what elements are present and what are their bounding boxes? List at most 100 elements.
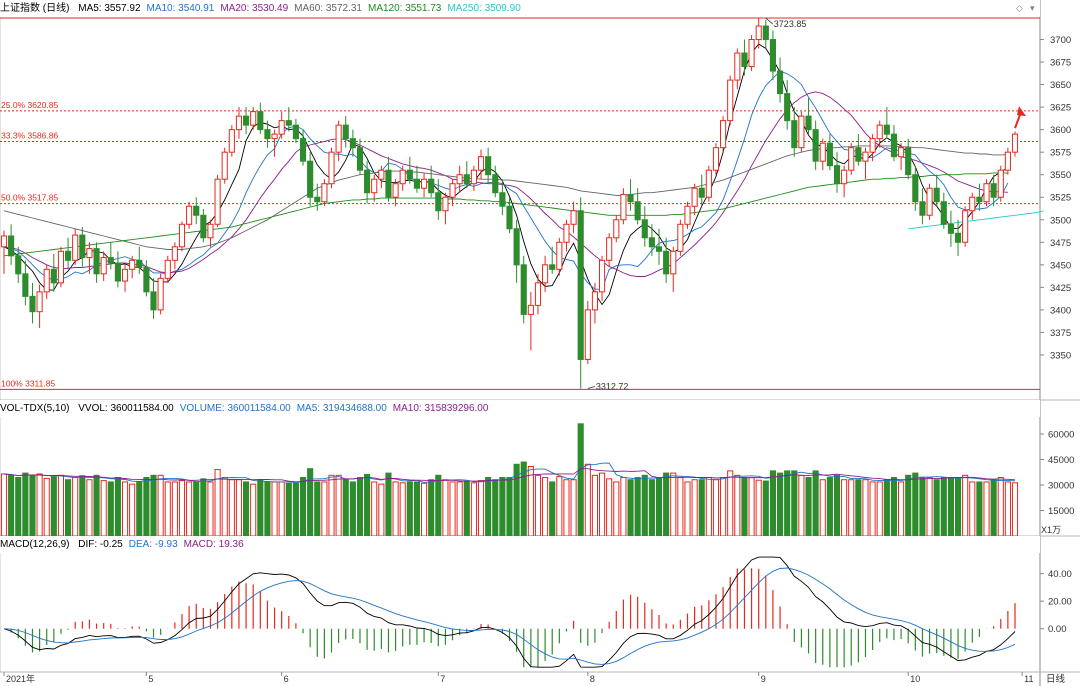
candle[interactable] [43, 264, 50, 300]
candle[interactable] [413, 165, 421, 193]
candle[interactable] [278, 111, 285, 139]
candle[interactable] [598, 255, 606, 301]
candle[interactable] [962, 206, 969, 247]
candle[interactable] [855, 134, 862, 166]
candle[interactable] [869, 134, 876, 162]
candle[interactable] [399, 165, 406, 191]
candle[interactable] [36, 284, 43, 328]
candle[interactable] [513, 219, 520, 283]
candle[interactable] [848, 143, 855, 175]
macd-panel[interactable] [3, 556, 1016, 668]
candle[interactable] [93, 242, 100, 283]
candle[interactable] [100, 251, 107, 282]
candle[interactable] [171, 242, 178, 270]
candle[interactable] [349, 129, 356, 157]
candle[interactable] [563, 219, 570, 252]
candle[interactable] [107, 242, 114, 270]
candle[interactable] [819, 138, 826, 171]
candle[interactable] [1011, 131, 1019, 157]
candle[interactable] [712, 143, 720, 175]
candle[interactable] [698, 174, 705, 207]
candle[interactable] [613, 215, 620, 243]
candle[interactable] [976, 183, 983, 211]
candle[interactable] [776, 57, 784, 103]
candle[interactable] [805, 98, 812, 135]
chevron-down-icon[interactable]: ▾ [1030, 3, 1035, 14]
candle[interactable] [200, 208, 207, 243]
volume-panel[interactable] [0, 423, 1019, 537]
candle[interactable] [157, 273, 164, 315]
candle[interactable] [620, 188, 627, 225]
candle[interactable] [720, 116, 727, 153]
candle[interactable] [442, 192, 449, 225]
candle[interactable] [741, 39, 748, 76]
candle[interactable] [186, 201, 193, 229]
candle[interactable] [833, 152, 841, 193]
candle[interactable] [940, 192, 947, 229]
candle[interactable] [734, 48, 741, 90]
candle[interactable] [983, 179, 990, 207]
candle[interactable] [228, 125, 235, 157]
candle[interactable] [328, 147, 335, 189]
candle[interactable] [748, 35, 755, 72]
candle[interactable] [29, 282, 36, 324]
candle[interactable] [826, 134, 833, 171]
candle[interactable] [485, 147, 492, 184]
candle[interactable] [150, 278, 157, 319]
candle[interactable] [898, 143, 905, 171]
candle[interactable] [392, 179, 399, 207]
candle[interactable] [648, 224, 655, 256]
candle[interactable] [862, 147, 869, 180]
candle[interactable] [65, 237, 72, 270]
stock-chart[interactable]: 25.0% 3620.85 33.3% 3586.86 50.0% 3517.85 1… [0, 0, 1080, 686]
candle[interactable] [627, 179, 634, 211]
candle[interactable] [292, 118, 299, 144]
candle[interactable] [114, 251, 121, 288]
candle[interactable] [8, 224, 15, 265]
candle[interactable] [121, 264, 129, 292]
candle[interactable] [727, 75, 734, 126]
candle[interactable] [527, 291, 534, 351]
candle[interactable] [755, 18, 762, 49]
candle[interactable] [798, 111, 805, 153]
candle[interactable] [307, 152, 314, 207]
candle[interactable] [534, 273, 542, 315]
candle[interactable] [193, 197, 200, 225]
candle[interactable] [235, 107, 243, 139]
candle[interactable] [214, 174, 221, 227]
candle[interactable] [364, 161, 371, 204]
candle[interactable] [321, 179, 328, 207]
candle[interactable] [947, 210, 954, 247]
candle[interactable] [705, 165, 712, 202]
candle[interactable] [933, 174, 940, 207]
candle[interactable] [72, 228, 79, 265]
candle[interactable] [22, 260, 29, 306]
candle[interactable] [997, 165, 1004, 202]
candle[interactable] [520, 255, 527, 324]
candle[interactable] [1004, 147, 1011, 175]
candle[interactable] [584, 300, 591, 364]
candle[interactable] [570, 201, 577, 234]
candle[interactable] [876, 120, 883, 148]
diamond-icon[interactable]: ◇ [1016, 3, 1023, 14]
candle[interactable] [456, 165, 463, 193]
candle[interactable] [890, 125, 898, 162]
candle[interactable] [406, 156, 413, 184]
candle[interactable] [299, 129, 307, 166]
candle[interactable] [812, 120, 819, 171]
candle[interactable] [641, 206, 648, 247]
candle[interactable] [463, 161, 470, 189]
candle[interactable] [57, 246, 65, 288]
candle[interactable] [79, 226, 86, 267]
candle[interactable] [577, 197, 584, 389]
candle[interactable] [769, 30, 776, 81]
candle[interactable] [919, 188, 926, 225]
candle[interactable] [969, 192, 976, 220]
candle[interactable] [954, 219, 962, 256]
candle[interactable] [691, 183, 698, 216]
candle[interactable] [421, 172, 428, 198]
candle[interactable] [670, 246, 677, 292]
candle[interactable] [136, 246, 143, 274]
candle[interactable] [271, 129, 278, 157]
candle[interactable] [15, 246, 22, 283]
